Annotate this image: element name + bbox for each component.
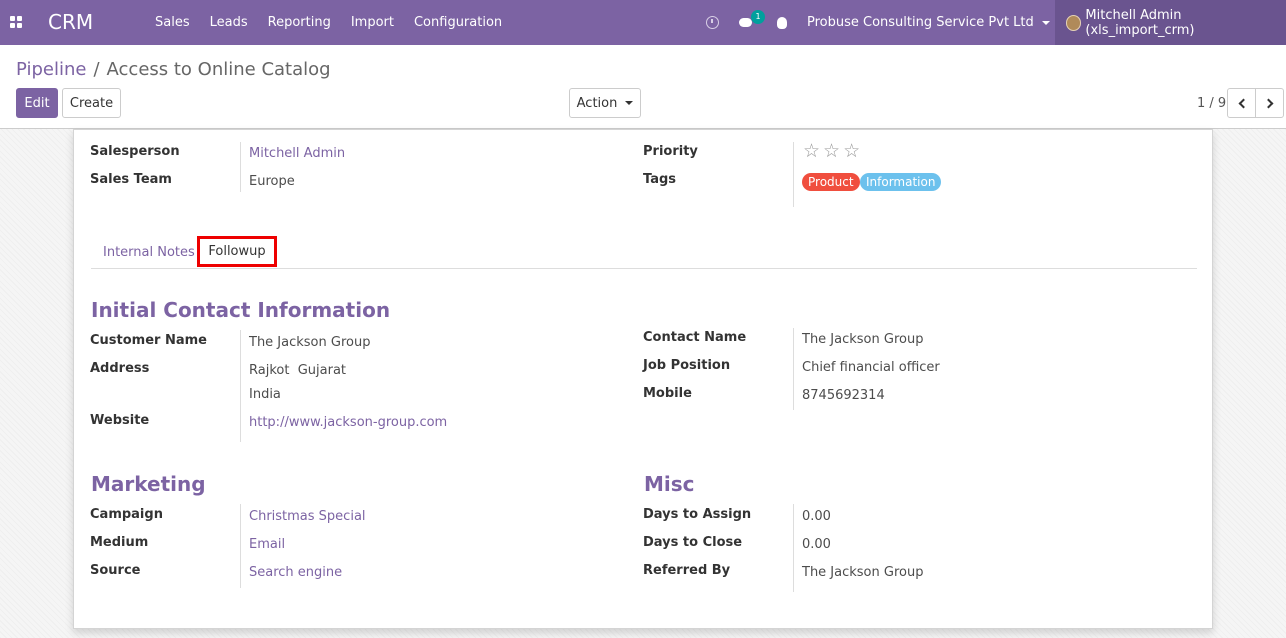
tag-information[interactable]: Information [860,173,942,191]
avatar [1066,14,1082,31]
app-brand[interactable]: CRM [48,10,93,34]
star-icon[interactable]: ☆ [823,142,840,161]
marketing-section-title: Marketing [91,472,206,496]
messaging-chat-icon[interactable]: 1 [739,9,765,29]
action-label: Action [576,95,618,111]
pager-next-button[interactable] [1255,88,1284,118]
main-menu: Sales Leads Reporting Import Configurati… [145,0,512,45]
sales-team-value: Europe [249,174,295,189]
tab-followup[interactable]: Followup [197,236,277,267]
medium-label: Medium [90,535,149,550]
job-position-value: Chief financial officer [802,360,940,375]
website-label: Website [90,413,150,428]
field-divider [793,142,794,207]
field-divider [793,328,794,410]
chevron-down-icon [625,101,634,105]
star-icon[interactable]: ☆ [803,142,820,161]
source-label: Source [90,563,141,578]
campaign-label: Campaign [90,507,163,522]
chevron-left-icon [1238,98,1248,108]
edit-button[interactable]: Edit [16,88,58,118]
chevron-down-icon [1041,20,1050,25]
field-divider [240,142,241,192]
contact-section-title: Initial Contact Information [91,298,391,322]
apps-menu-icon[interactable] [10,16,22,28]
referred-by-value: The Jackson Group [802,565,924,580]
menu-item-configuration[interactable]: Configuration [404,15,512,30]
menu-item-leads[interactable]: Leads [200,15,258,30]
job-position-label: Job Position [643,358,731,373]
chevron-right-icon [1263,98,1273,108]
field-divider [240,330,241,442]
activity-clock-icon[interactable] [706,16,719,29]
pager-previous-button[interactable] [1227,88,1256,118]
priority-stars: ☆ ☆ ☆ [803,142,863,161]
systray: 1 Probuse Consulting Service Pvt Ltd [700,0,1050,45]
breadcrumb: Pipeline / Access to Online Catalog [16,59,331,80]
source-value[interactable]: Search engine [249,565,342,580]
contact-name-label: Contact Name [643,330,747,345]
salesperson-value[interactable]: Mitchell Admin [249,146,345,161]
page-title: Access to Online Catalog [106,59,331,80]
user-name: Mitchell Admin (xls_import_crm) [1085,7,1195,38]
address-line2: India [249,387,281,402]
campaign-value[interactable]: Christmas Special [249,509,366,524]
company-name: Probuse Consulting Service Pvt Ltd [807,15,1034,30]
form-sheet: Salesperson Mitchell Admin Sales Team Eu… [73,129,1213,629]
menu-item-import[interactable]: Import [341,15,404,30]
sales-team-label: Sales Team [90,172,172,187]
pager-value[interactable]: 1 / 9 [1197,96,1226,111]
days-to-assign-value: 0.00 [802,509,831,524]
breadcrumb-pipeline-link[interactable]: Pipeline [16,59,86,80]
address-line1: Rajkot Gujarat [249,363,347,378]
notebook-tabs: Internal Notes Followup [91,236,1197,269]
field-divider [793,504,794,592]
customer-name-label: Customer Name [90,333,207,348]
days-to-close-label: Days to Close [643,535,743,550]
tag-product[interactable]: Product [802,173,860,191]
medium-value[interactable]: Email [249,537,285,552]
mobile-value: 8745692314 [802,388,885,403]
create-button[interactable]: Create [62,88,121,118]
debug-bug-icon[interactable] [777,16,787,29]
menu-item-reporting[interactable]: Reporting [258,15,341,30]
contact-name-value: The Jackson Group [802,332,924,347]
field-divider [240,504,241,588]
referred-by-label: Referred By [643,563,731,578]
action-dropdown-button[interactable]: Action [569,88,641,118]
top-navbar: CRM Sales Leads Reporting Import Configu… [0,0,1286,45]
days-to-assign-label: Days to Assign [643,507,752,522]
company-switcher[interactable]: Probuse Consulting Service Pvt Ltd [807,15,1050,30]
days-to-close-value: 0.00 [802,537,831,552]
salesperson-label: Salesperson [90,144,180,159]
priority-label: Priority [643,144,698,159]
breadcrumb-separator: / [93,59,100,80]
menu-item-sales[interactable]: Sales [145,15,200,30]
address-label: Address [90,361,150,376]
customer-name-value: The Jackson Group [249,335,371,350]
user-menu[interactable]: Mitchell Admin (xls_import_crm) [1055,0,1286,45]
misc-section-title: Misc [644,472,695,496]
website-link[interactable]: http://www.jackson-group.com [249,415,447,430]
tab-internal-notes[interactable]: Internal Notes [103,245,195,260]
star-icon[interactable]: ☆ [843,142,860,161]
tags-label: Tags [643,172,677,187]
chat-count-badge: 1 [751,9,765,24]
control-panel: Pipeline / Access to Online Catalog Edit… [0,45,1286,129]
mobile-label: Mobile [643,386,692,401]
